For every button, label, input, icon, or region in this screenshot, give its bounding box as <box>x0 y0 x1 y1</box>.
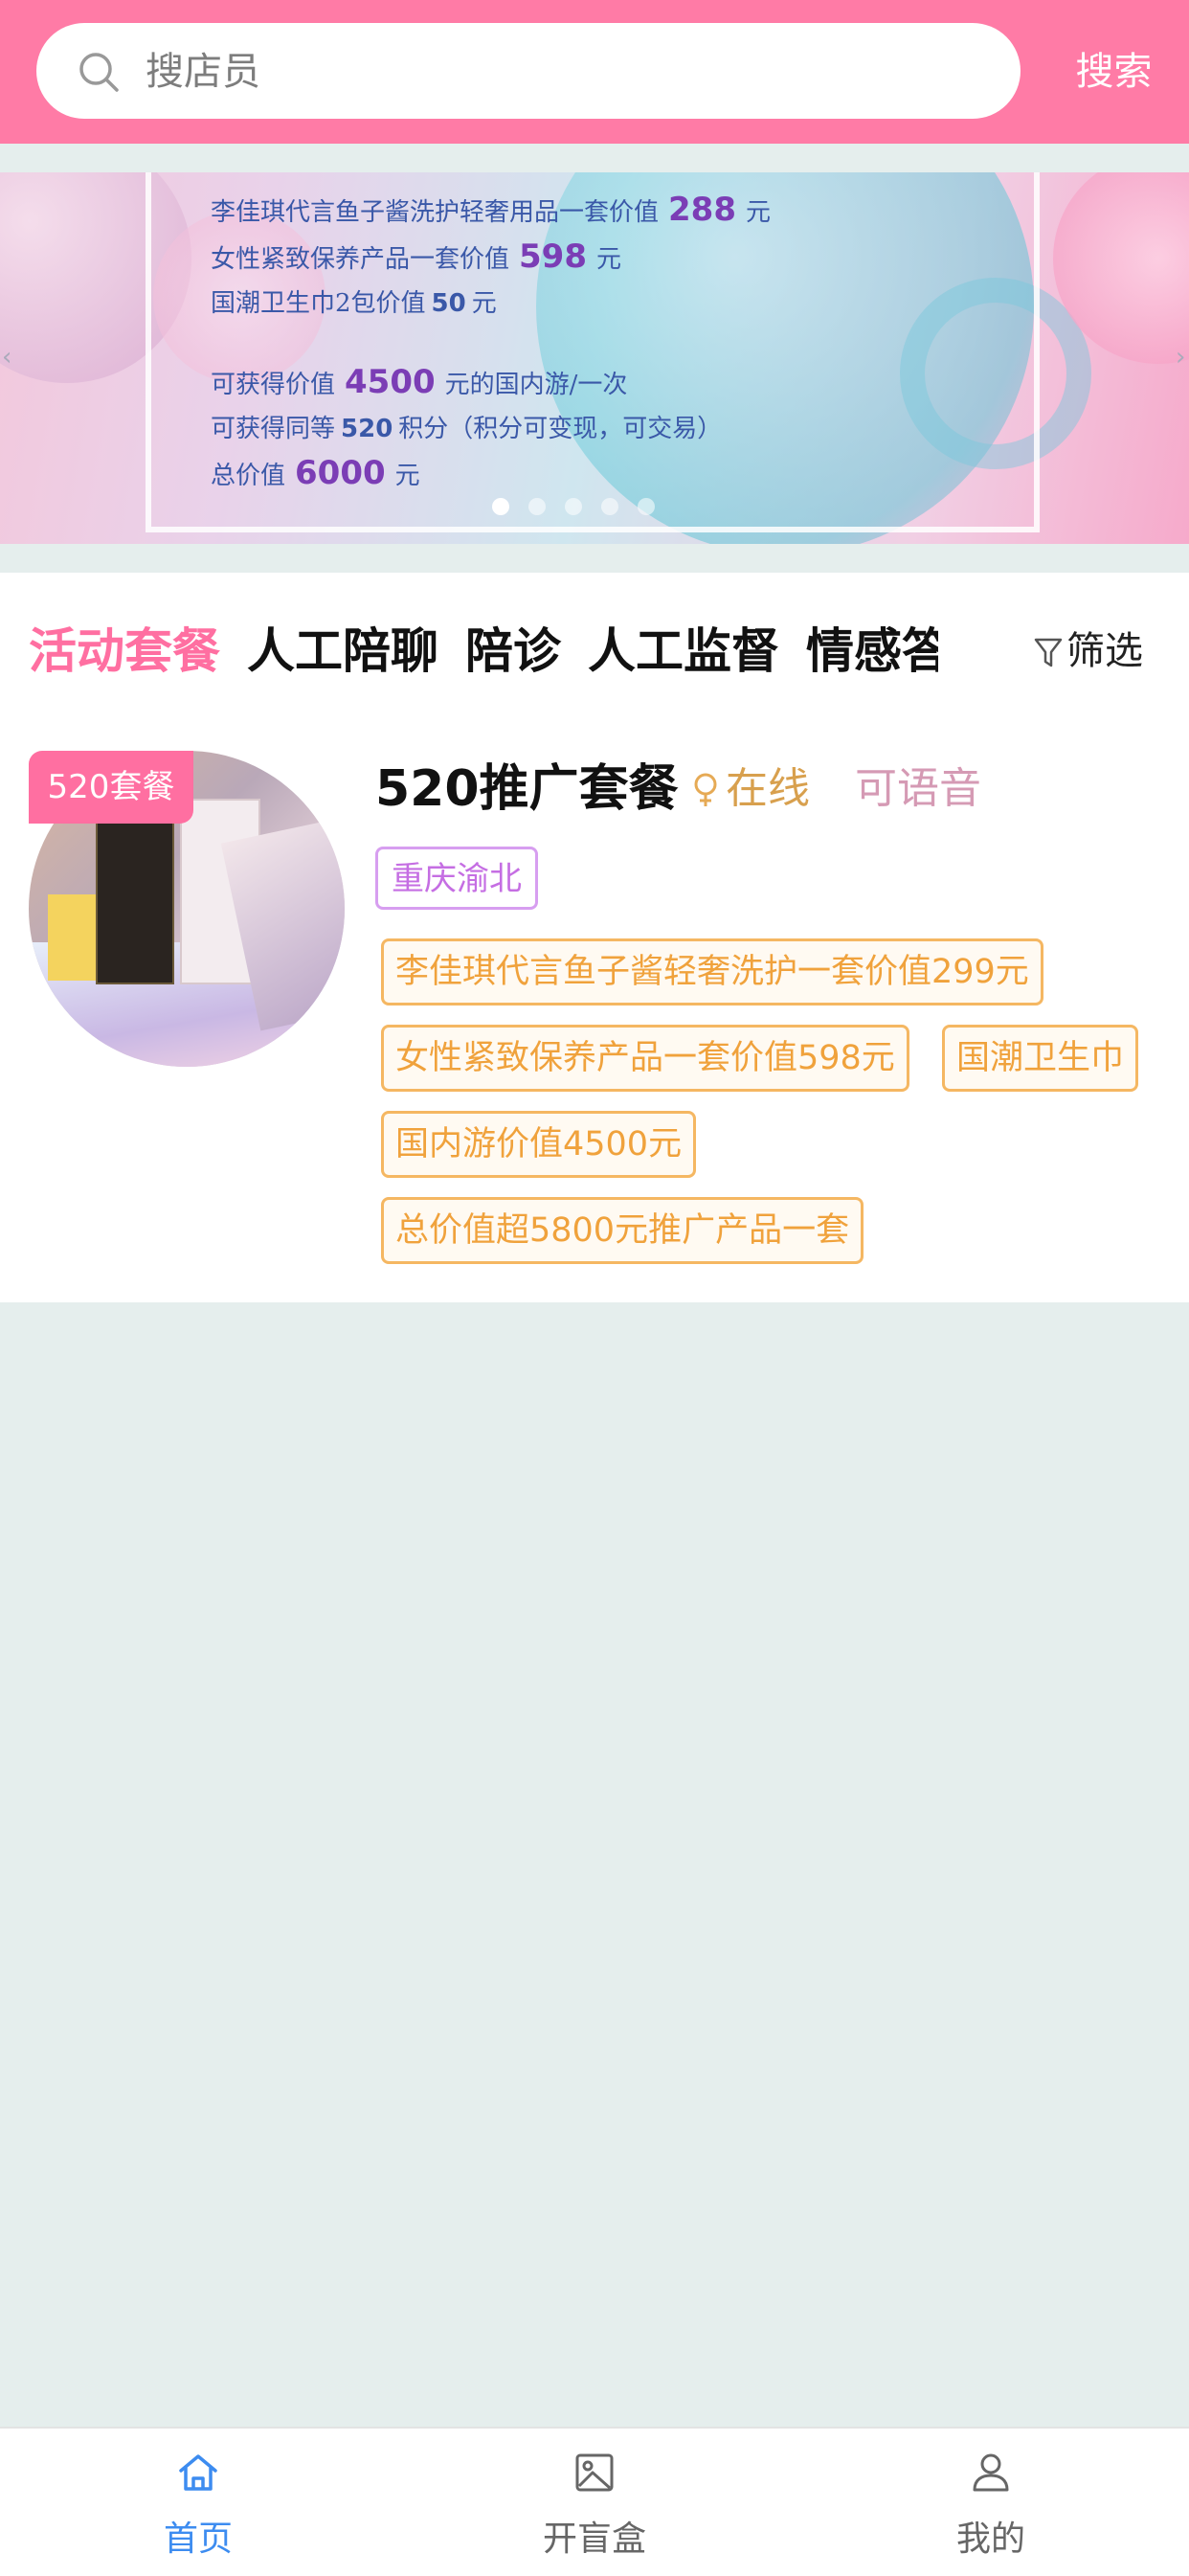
search-icon <box>79 53 119 92</box>
banner-line: 李佳琪代言鱼子酱洗护轻奢用品一套价值 288 元 <box>211 191 772 229</box>
banner-line: 国潮卫生巾2包价值 50 元 <box>211 289 497 318</box>
prev-arrow-icon[interactable]: ‹ <box>2 343 11 372</box>
location-tag: 重庆渝北 <box>375 847 538 910</box>
home-icon <box>179 2454 217 2491</box>
banner-line: 总价值 6000 元 <box>211 454 420 492</box>
carousel-dots <box>492 498 655 515</box>
banner-carousel[interactable]: 李佳琪代言鱼子酱洗护轻奢用品一套价值 288 元 女性紧致保养产品一套价值 598 元 … <box>0 172 1189 544</box>
package-tag: 李佳琪代言鱼子酱轻奢洗护一套价值299元 <box>381 938 1043 1006</box>
banner-text: 李佳琪代言鱼子酱洗护轻奢用品一套价值 288 元 女性紧致保养产品一套价值 598 元 … <box>211 188 771 498</box>
user-icon <box>973 2453 1009 2492</box>
banner-line: 可获得同等 520 积分（积分可变现，可交易） <box>211 415 723 443</box>
carousel-dot[interactable] <box>638 498 655 515</box>
next-arrow-icon[interactable]: › <box>1176 343 1185 372</box>
header: 搜索 <box>0 0 1189 144</box>
search-input[interactable] <box>144 23 990 121</box>
nav-item-blind-box[interactable]: 开盲盒 <box>396 2429 793 2576</box>
nav-item-home[interactable]: 首页 <box>0 2429 396 2576</box>
tab-medical-escort[interactable]: 陪诊 <box>465 573 561 730</box>
banner-line: 女性紧致保养产品一套价值 598 元 <box>211 237 622 276</box>
bottom-nav: 首页 开盲盒 我的 <box>0 2427 1189 2576</box>
carousel-dot[interactable] <box>565 498 582 515</box>
carousel-dot[interactable] <box>528 498 546 515</box>
filter-label: 筛选 <box>1066 629 1143 673</box>
category-tabs: 活动套餐人工陪聊陪诊人工监督情感答疑 <box>29 573 938 730</box>
package-tag: 国潮卫生巾 <box>942 1025 1139 1092</box>
online-status: 在线 <box>691 751 810 827</box>
nav-label-mine: 我的 <box>955 2520 1025 2559</box>
nav-item-mine[interactable]: 我的 <box>793 2429 1189 2576</box>
content-panel: 活动套餐人工陪聊陪诊人工监督情感答疑 筛选 520套餐 520推广套餐 在线 可… <box>0 573 1189 1302</box>
carousel-dot[interactable] <box>492 498 509 515</box>
filter-icon <box>1034 638 1063 667</box>
tab-manual-supervision[interactable]: 人工监督 <box>588 573 779 730</box>
tab-emotional-qa[interactable]: 情感答疑 <box>806 573 938 730</box>
package-title[interactable]: 520推广套餐 <box>375 751 679 827</box>
product-image-part <box>96 808 174 984</box>
package-tag: 女性紧致保养产品一套价值598元 <box>381 1025 909 1092</box>
package-tag: 总价值超5800元推广产品一套 <box>381 1197 864 1264</box>
banner-poster: 李佳琪代言鱼子酱洗护轻奢用品一套价值 288 元 女性紧致保养产品一套价值 598 元 … <box>146 172 1040 532</box>
search-button[interactable]: 搜索 <box>1039 0 1189 144</box>
nav-label-blind-box: 开盲盒 <box>542 2520 646 2559</box>
carousel-dot[interactable] <box>601 498 618 515</box>
image-icon <box>575 2453 614 2492</box>
search-box[interactable] <box>36 23 1021 121</box>
filter-button[interactable]: 筛选 <box>1034 573 1143 730</box>
online-status-icon <box>694 773 717 806</box>
package-badge: 520套餐 <box>29 751 193 824</box>
tab-manual-chat[interactable]: 人工陪聊 <box>247 573 438 730</box>
nav-label-home: 首页 <box>163 2520 233 2559</box>
package-tag: 国内游价值4500元 <box>381 1111 697 1178</box>
tab-activity-package[interactable]: 活动套餐 <box>29 573 220 730</box>
voice-available-label: 可语音 <box>855 764 981 813</box>
banner-line: 可获得价值 4500 元的国内游/一次 <box>211 363 628 401</box>
